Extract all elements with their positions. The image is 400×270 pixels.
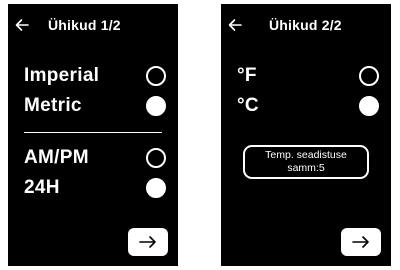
- next-button[interactable]: [128, 228, 168, 256]
- radio-celsius[interactable]: [359, 96, 379, 116]
- divider: [24, 132, 162, 133]
- option-label: AM/PM: [24, 147, 89, 168]
- option-24h[interactable]: 24H: [8, 174, 178, 204]
- option-label: °C: [237, 95, 259, 116]
- temp-step-line1: Temp. seadistuse: [265, 149, 347, 161]
- radio-fahrenheit[interactable]: [359, 66, 379, 86]
- option-imperial[interactable]: Imperial: [8, 62, 178, 92]
- radio-imperial[interactable]: [146, 66, 166, 86]
- header: Ühikud 1/2: [8, 12, 178, 40]
- option-fahrenheit[interactable]: °F: [221, 62, 391, 92]
- radio-metric[interactable]: [146, 96, 166, 116]
- page-title: Ühikud 2/2: [269, 17, 342, 33]
- radio-24h[interactable]: [146, 178, 166, 198]
- page-title: Ühikud 1/2: [48, 17, 121, 33]
- back-arrow-icon[interactable]: [14, 17, 30, 33]
- option-am-pm[interactable]: AM/PM: [8, 144, 178, 174]
- option-label: 24H: [24, 177, 60, 198]
- option-label: °F: [237, 65, 257, 86]
- option-label: Imperial: [24, 65, 100, 86]
- next-button[interactable]: [341, 228, 381, 256]
- arrow-right-icon: [352, 236, 369, 248]
- temp-step-setting-button[interactable]: Temp. seadistuse samm:5: [243, 145, 369, 179]
- units-screen-2: Ühikud 2/2 °F °C Temp. seadistuse samm:5: [221, 4, 391, 266]
- header: Ühikud 2/2: [221, 12, 391, 40]
- option-metric[interactable]: Metric: [8, 92, 178, 122]
- option-celsius[interactable]: °C: [221, 92, 391, 122]
- arrow-right-icon: [139, 236, 156, 248]
- temp-step-label: Temp. seadistuse samm:5: [265, 149, 347, 175]
- units-screen-1: Ühikud 1/2 Imperial Metric AM/PM 24H: [8, 4, 178, 266]
- option-label: Metric: [24, 95, 82, 116]
- radio-am-pm[interactable]: [146, 148, 166, 168]
- temp-step-line2: samm:5: [287, 162, 325, 174]
- back-arrow-icon[interactable]: [227, 17, 243, 33]
